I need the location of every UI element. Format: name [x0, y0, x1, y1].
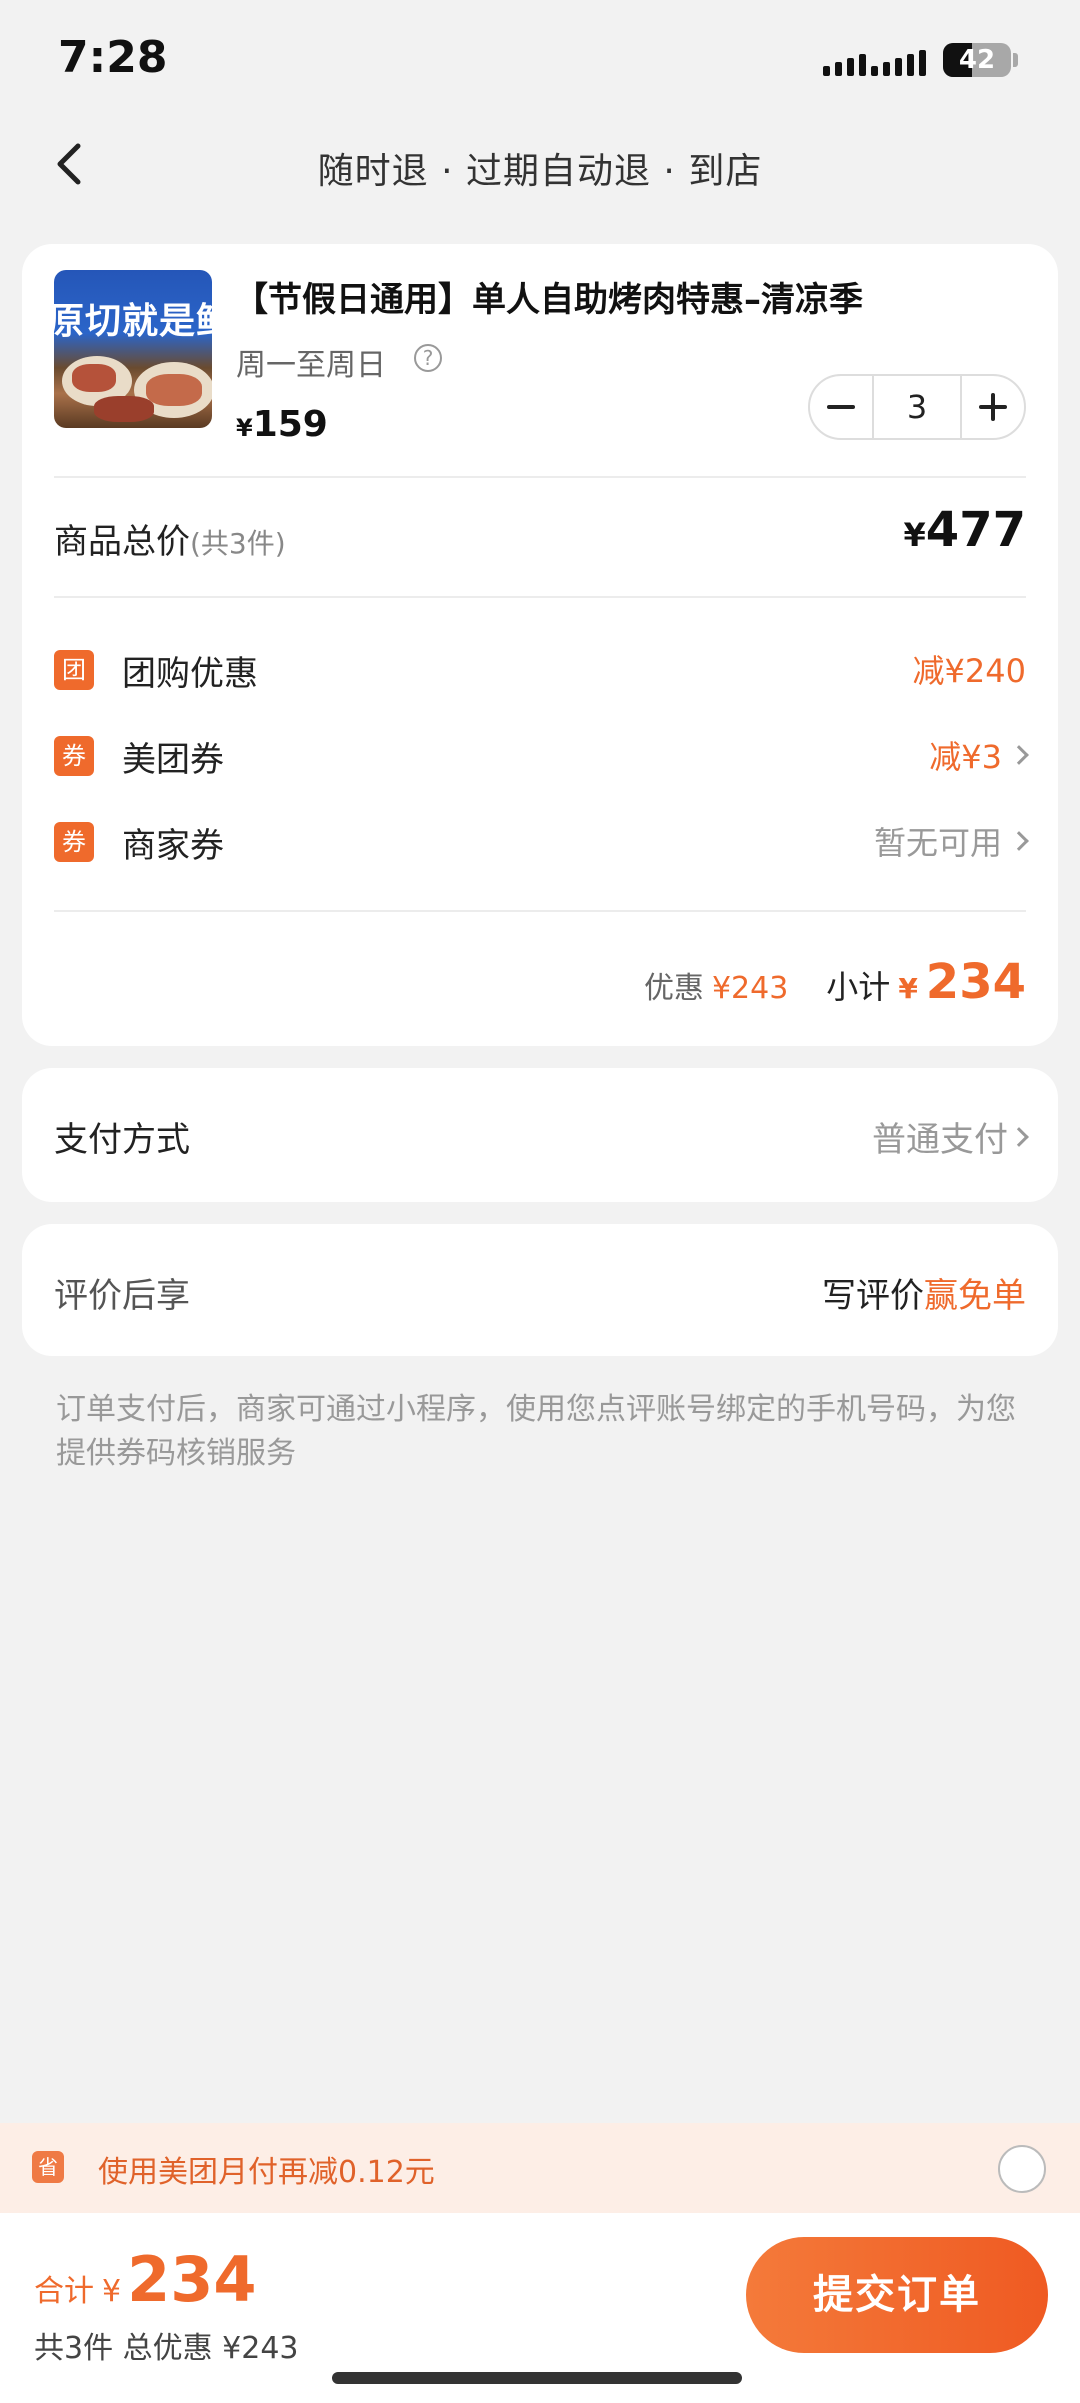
checkout-summary-line: 共3件 总优惠 ¥243	[34, 2331, 299, 2366]
review-reward-prefix: 写评价	[822, 1276, 924, 1316]
chevron-right-icon	[1009, 831, 1029, 851]
battery-tip	[1013, 53, 1018, 67]
meituan-coupon-amount: 减¥3	[929, 738, 1002, 776]
page-title: 随时退 · 过期自动退 · 到店	[317, 151, 763, 192]
total-price-yen: ¥	[903, 516, 926, 554]
merchant-coupon-status: 暂无可用	[873, 824, 1002, 862]
plus-icon	[979, 393, 1007, 421]
increase-button[interactable]	[962, 376, 1024, 438]
payment-method-row[interactable]: 支付方式 普通支付	[22, 1068, 1058, 1202]
payment-method-text: 普通支付	[872, 1120, 1008, 1160]
checkout-total-value: 234	[127, 2243, 257, 2316]
quantity-value[interactable]: 3	[872, 376, 962, 438]
product-price-value: 159	[252, 404, 328, 445]
promo-radio[interactable]	[998, 2145, 1046, 2193]
payment-method-label: 支付方式	[54, 1120, 190, 1160]
total-price-label-text: 商品总价	[54, 522, 190, 562]
product-availability: 周一至周日	[236, 348, 386, 383]
product-price-yen: ¥	[236, 414, 253, 442]
order-card: 原切就是鲜 【节假日通用】单人自助烤肉特惠–清凉季 周一至周日 ? ¥159 3…	[22, 244, 1058, 1046]
battery-level: 42	[958, 45, 996, 75]
monthly-pay-promo[interactable]: 省 使用美团月付再减0.12元	[0, 2123, 1080, 2213]
home-indicator	[332, 2372, 742, 2384]
total-price-label: 商品总价(共3件)	[54, 514, 286, 563]
minus-icon	[827, 405, 855, 409]
merchant-coupon-row-value[interactable]: 暂无可用	[873, 818, 1029, 864]
merchant-coupon-label: 商家券	[122, 826, 224, 866]
order-summary: 优惠 ¥243 小计 ¥ 234	[644, 954, 1026, 1010]
payment-method-value: 普通支付	[872, 1112, 1029, 1161]
meituan-coupon-label: 美团券	[122, 740, 224, 780]
quantity-stepper: 3	[808, 374, 1026, 440]
chevron-right-icon	[1009, 745, 1029, 765]
battery-icon: 42	[943, 43, 1011, 77]
promo-text: 使用美团月付再减0.12元	[98, 2155, 435, 2190]
summary-discount-label: 优惠	[643, 971, 704, 1006]
divider	[54, 476, 1026, 478]
total-price-amount: ¥477	[904, 502, 1026, 558]
summary-subtotal-value: 234	[925, 954, 1026, 1010]
submit-order-button[interactable]: 提交订单	[746, 2237, 1048, 2353]
divider	[54, 910, 1026, 912]
divider	[54, 596, 1026, 598]
summary-subtotal-yen: ¥	[898, 972, 918, 1005]
help-icon[interactable]: ?	[414, 344, 442, 372]
signal-icon	[823, 46, 929, 76]
review-reward-row[interactable]: 评价后享 写评价 赢免单	[22, 1224, 1058, 1356]
nav-bar: 随时退 · 过期自动退 · 到店	[0, 120, 1080, 210]
chevron-right-icon	[1009, 1126, 1029, 1147]
summary-subtotal-label: 小计	[826, 968, 891, 1006]
review-reward-label: 评价后享	[54, 1276, 190, 1316]
group-buy-discount-value: 减¥240	[913, 646, 1026, 692]
checkout-total-label: 合计	[34, 2274, 94, 2309]
review-reward-value: 写评价 赢免单	[822, 1268, 1026, 1317]
summary-discount-value: ¥243	[711, 971, 789, 1006]
meituan-coupon-row-value[interactable]: 减¥3	[929, 732, 1029, 778]
product-image[interactable]: 原切就是鲜	[54, 270, 212, 428]
group-buy-discount-amount: 减¥240	[912, 652, 1026, 690]
product-image-text: 原切就是鲜	[54, 301, 212, 342]
verification-note: 订单支付后，商家可通过小程序，使用您点评账号绑定的手机号码，为您提供券码核销服务	[56, 1392, 1016, 1471]
status-time: 7:28	[58, 32, 168, 83]
meituan-coupon-tag-icon: 券	[54, 736, 94, 776]
save-icon: 省	[32, 2151, 64, 2183]
product-title: 【节假日通用】单人自助烤肉特惠–清凉季	[234, 280, 863, 320]
merchant-coupon-tag-icon: 券	[54, 822, 94, 862]
group-buy-tag-icon: 团	[54, 650, 94, 690]
total-price-value: 477	[925, 502, 1026, 558]
review-reward-highlight: 赢免单	[924, 1276, 1026, 1316]
product-price: ¥159	[236, 404, 328, 445]
checkout-total-yen: ¥	[102, 2274, 122, 2309]
status-bar: 7:28 42	[0, 0, 1080, 120]
total-count-note: (共3件)	[190, 527, 286, 560]
decrease-button[interactable]	[810, 376, 872, 438]
checkout-total: 合计 ¥ 234	[34, 2243, 257, 2316]
group-buy-discount-label: 团购优惠	[122, 654, 258, 694]
